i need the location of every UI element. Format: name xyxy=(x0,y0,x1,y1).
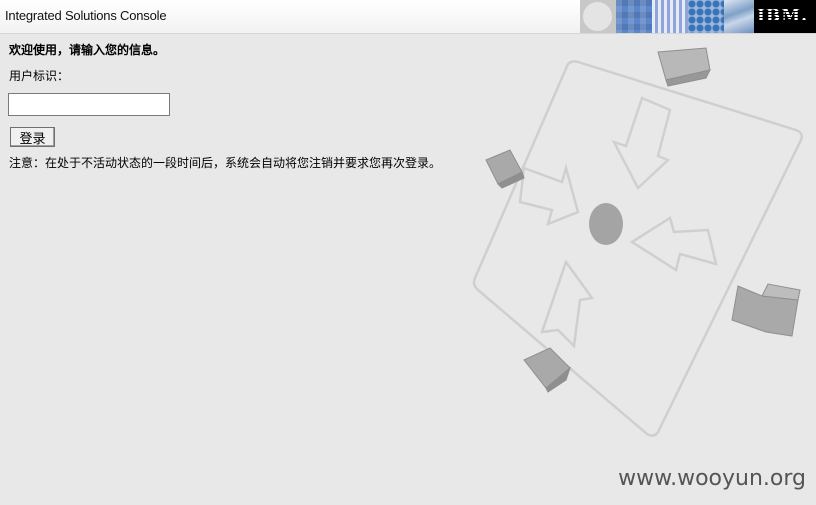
login-button[interactable]: 登录 xyxy=(10,127,55,147)
cube-icon xyxy=(657,47,711,87)
arrow-right-icon xyxy=(518,163,580,227)
welcome-message: 欢迎使用，请输入您的信息。 xyxy=(9,43,166,57)
cube-icon xyxy=(731,283,801,337)
watermark: www.wooyun.org xyxy=(618,466,806,491)
banner-tile-stripes xyxy=(652,0,688,33)
arrow-down-icon xyxy=(611,96,672,191)
banner-tile-dots xyxy=(688,0,724,33)
ibm-logo: IBM. xyxy=(756,6,808,26)
banner-tile-squares xyxy=(616,0,652,33)
inactivity-note: 注意：在处于不活动状态的一段时间后，系统会自动将您注销并要求您再次登录。 xyxy=(9,156,442,170)
cube-icon xyxy=(523,347,572,393)
arrow-left-icon xyxy=(629,216,718,272)
app-title: Integrated Solutions Console xyxy=(5,8,167,23)
banner-tile-water xyxy=(724,0,754,33)
ibm-logo-tile: IBM. xyxy=(754,0,816,33)
center-sphere xyxy=(589,203,623,245)
console-illustration xyxy=(472,47,804,437)
header-banner: Integrated Solutions Console IBM. xyxy=(0,0,816,34)
tilted-square-frame xyxy=(472,60,804,437)
cube-icon xyxy=(485,149,525,189)
banner-graphic: IBM. xyxy=(580,0,816,33)
banner-tile-circle xyxy=(580,0,616,33)
user-id-label: 用户标识： xyxy=(9,69,70,83)
arrow-up-icon xyxy=(540,259,595,349)
user-id-input[interactable] xyxy=(8,93,170,116)
